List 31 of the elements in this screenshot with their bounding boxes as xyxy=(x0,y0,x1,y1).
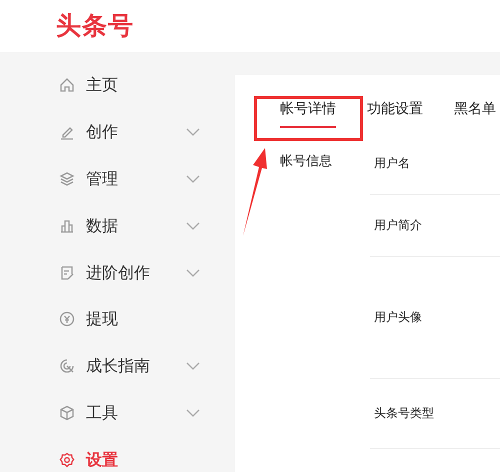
field-label: 用户简介 xyxy=(374,217,422,234)
chevron-down-icon xyxy=(186,222,200,230)
field-label: 头条号类型 xyxy=(374,405,434,422)
sidebar-item[interactable]: 提现 xyxy=(0,296,235,343)
logo: 头条号 xyxy=(56,11,134,40)
yen-icon xyxy=(59,311,75,328)
field-label: 用户名 xyxy=(374,155,410,172)
note-icon xyxy=(59,264,75,281)
layers-icon xyxy=(59,170,75,187)
sidebar-item[interactable]: 进阶创作 xyxy=(0,249,235,296)
chevron-down-icon xyxy=(186,408,200,417)
sidebar-item[interactable]: 工具 xyxy=(0,390,235,436)
tab[interactable]: 黑名单 xyxy=(454,97,496,128)
sidebar-item[interactable]: 主页 xyxy=(0,62,235,109)
sidebar-item[interactable]: 管理 xyxy=(0,156,235,202)
sidebar-item[interactable]: 成长指南 xyxy=(0,342,235,390)
sidebar-item[interactable]: 设置 xyxy=(0,436,235,472)
chevron-down-icon xyxy=(186,174,200,183)
chevron-down-icon xyxy=(186,128,200,136)
settings-icon xyxy=(59,452,75,468)
cube-icon xyxy=(59,404,75,421)
section-label: 帐号信息 xyxy=(280,152,333,171)
sidebar-item[interactable]: 数据 xyxy=(0,202,235,250)
chevron-down-icon xyxy=(186,362,200,370)
chevron-down-icon xyxy=(186,268,200,277)
tab[interactable]: 功能设置 xyxy=(367,97,423,128)
bar-chart-icon xyxy=(59,218,75,234)
home-icon xyxy=(59,77,75,94)
field-label: 用户头像 xyxy=(374,309,422,326)
target-icon xyxy=(59,358,75,374)
sidebar-item[interactable]: 创作 xyxy=(0,108,235,156)
